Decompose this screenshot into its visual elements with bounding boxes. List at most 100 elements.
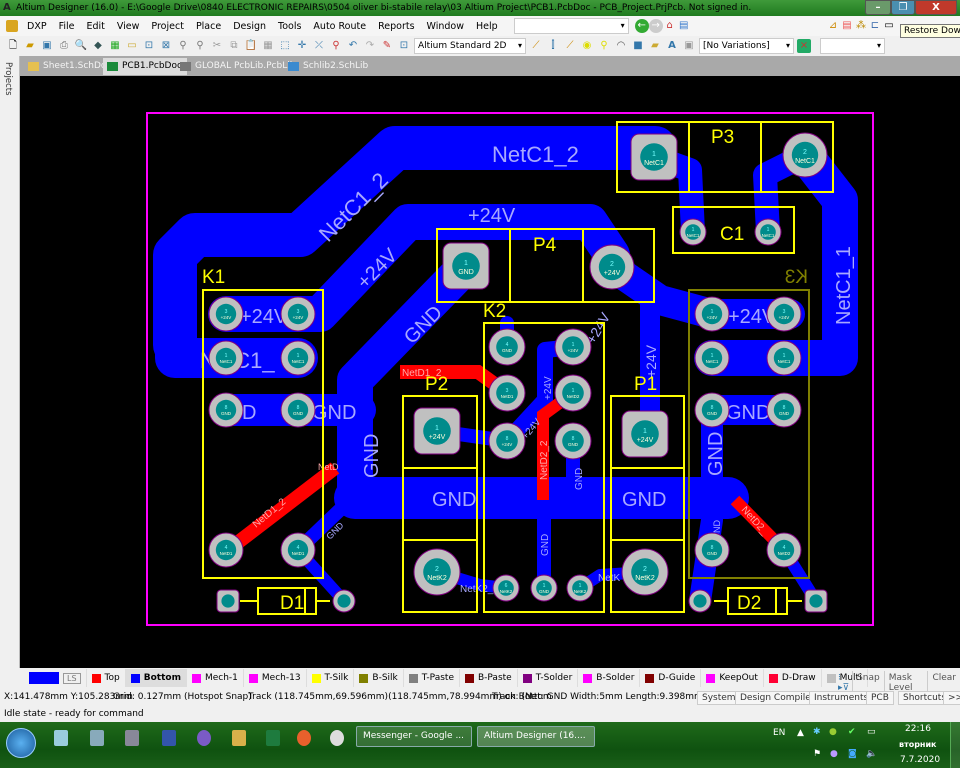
pad[interactable]: 8GND [766, 392, 802, 428]
rubber-stamp-icon[interactable]: ▦ [261, 39, 275, 53]
diff-pair-icon[interactable]: ⟋ [563, 39, 577, 53]
panel-instruments[interactable]: Instruments [809, 691, 874, 705]
polygon-icon[interactable]: ▰ [648, 39, 662, 53]
layer-tab-b-solder[interactable]: B-Solder [578, 669, 641, 687]
pad[interactable]: 6NetK2 [492, 574, 520, 602]
cut-icon[interactable]: ✂ [210, 39, 224, 53]
home-icon[interactable]: ⌂ [663, 19, 677, 33]
clock-date[interactable]: 7.7.2020 [900, 755, 940, 765]
pad[interactable]: 1NetC1 [754, 218, 782, 246]
layer-tab-ls[interactable]: LS [24, 669, 87, 687]
undo-icon[interactable]: ↶ [346, 39, 360, 53]
task-messenger[interactable]: Messenger - Google ... [356, 726, 472, 747]
pad[interactable]: 1NetC1 [766, 340, 802, 376]
language-indicator[interactable]: EN [773, 728, 785, 738]
redo-icon[interactable]: ↷ [363, 39, 377, 53]
menu-design[interactable]: Design [227, 21, 272, 32]
pcb-drawing[interactable]: NetC1_2 NetC1_2 +24V +24V GND +24V NetC1… [20, 76, 960, 668]
panel-design-compiler[interactable]: Design Compiler [735, 691, 820, 705]
menu-reports[interactable]: Reports [372, 21, 420, 32]
fill-icon[interactable]: ■ [631, 39, 645, 53]
pad[interactable]: 8GND [694, 392, 730, 428]
pad[interactable]: 1NetC1 [679, 218, 707, 246]
update-icon[interactable]: ✔ [848, 727, 856, 737]
network-icon[interactable]: ▭ [867, 727, 876, 737]
action-center-icon[interactable]: ⚑ [813, 749, 821, 759]
restore-down-button[interactable]: ❐ [891, 0, 915, 15]
projects-panel-strip[interactable] [0, 56, 20, 668]
menu-view[interactable]: View [111, 21, 146, 32]
board-icon[interactable]: ▦ [108, 39, 122, 53]
menu-project[interactable]: Project [145, 21, 190, 32]
layer-tab-bottom[interactable]: Bottom [125, 669, 187, 687]
minimize-button[interactable]: – [865, 0, 891, 15]
pad[interactable]: 2 NetK2 [413, 548, 461, 596]
open-icon[interactable]: ▰ [23, 39, 37, 53]
layer-tab-t-paste[interactable]: T-Paste [404, 669, 460, 687]
pad[interactable]: 3+24V [766, 296, 802, 332]
find-icon[interactable]: ⁂ [854, 19, 868, 33]
paste-icon[interactable]: 📋 [244, 39, 258, 53]
pad[interactable]: 2 NetK2 [621, 548, 669, 596]
pad[interactable]: 1NetK2 [566, 574, 594, 602]
viber-icon[interactable] [197, 730, 211, 746]
copy-icon[interactable]: ⧉ [227, 39, 241, 53]
clock-day[interactable]: вторник [899, 740, 936, 749]
string-icon[interactable]: A [665, 39, 679, 53]
folder-icon[interactable]: ▭ [125, 39, 139, 53]
zoom-selected-icon[interactable]: ⚲ [176, 39, 190, 53]
menu-tools[interactable]: Tools [272, 21, 307, 32]
pad[interactable]: 8GND [280, 392, 316, 428]
layers-icon[interactable]: ◆ [91, 39, 105, 53]
layer-tab-d-draw[interactable]: D-Draw [764, 669, 822, 687]
excel-icon[interactable] [266, 730, 280, 746]
show-hidden-icons[interactable]: ▲ [797, 728, 804, 738]
pad[interactable]: 3+24V [280, 296, 316, 332]
bluetooth-icon[interactable]: ✱ [813, 727, 821, 737]
path-dropdown[interactable] [513, 18, 629, 34]
pcb-canvas[interactable]: NetC1_2 NetC1_2 +24V +24V GND +24V NetC1… [20, 76, 960, 668]
layer-tab-top[interactable]: Top [87, 669, 126, 687]
pad[interactable] [804, 589, 828, 613]
view-mode-dropdown[interactable]: Altium Standard 2D [414, 38, 526, 54]
pad[interactable]: 4NetD2 [766, 532, 802, 568]
menu-edit[interactable]: Edit [80, 21, 110, 32]
dimension-icon[interactable]: ⊏ [868, 19, 882, 33]
layer-tab-b-silk[interactable]: B-Silk [354, 669, 404, 687]
document-icon[interactable]: ▤ [677, 19, 691, 33]
projects-panel-tab[interactable]: Projects [3, 62, 13, 96]
deselect-icon[interactable]: ⤫ [312, 39, 326, 53]
pad[interactable]: 1+24V [554, 328, 592, 366]
align-icon[interactable]: ⊿ [826, 19, 840, 33]
menu-file[interactable]: File [53, 21, 81, 32]
layer-tab-b-paste[interactable]: B-Paste [460, 669, 518, 687]
via-icon[interactable]: ⚲ [597, 39, 611, 53]
variations-dropdown[interactable]: [No Variations] [699, 38, 794, 54]
pad[interactable]: 3+24V [208, 296, 244, 332]
pad[interactable] [216, 589, 240, 613]
pad[interactable]: 8GND [208, 392, 244, 428]
menu-place[interactable]: Place [190, 21, 227, 32]
browse-icon[interactable]: ⊡ [397, 39, 411, 53]
layer-tab-mech-13[interactable]: Mech-13 [244, 669, 307, 687]
pad[interactable]: 8GND [554, 422, 592, 460]
panel-more[interactable]: >> [943, 691, 960, 705]
menu-auto-route[interactable]: Auto Route [307, 21, 372, 32]
start-button[interactable] [6, 728, 36, 758]
notepad-icon[interactable] [54, 730, 68, 746]
cross-probe-icon[interactable]: ✎ [380, 39, 394, 53]
save-app-icon[interactable] [162, 730, 176, 746]
chrome-like-icon[interactable] [330, 730, 344, 746]
pad[interactable]: 8GND [694, 532, 730, 568]
pad[interactable]: 4GND [488, 328, 526, 366]
pad[interactable]: 1NetC1 [630, 133, 678, 181]
pad-icon[interactable]: ◉ [580, 39, 594, 53]
room-icon[interactable]: ▭ [882, 19, 896, 33]
pad[interactable]: 1NetD2 [554, 374, 592, 412]
pad[interactable]: 1NetC1 [280, 340, 316, 376]
pad[interactable]: 3NetD1 [488, 374, 526, 412]
variant-icon[interactable]: × [797, 39, 811, 53]
route-multiple-icon[interactable]: ⫿ [546, 39, 560, 53]
component-icon[interactable]: ▣ [682, 39, 696, 53]
interactive-route-icon[interactable]: ⟋ [529, 39, 543, 53]
